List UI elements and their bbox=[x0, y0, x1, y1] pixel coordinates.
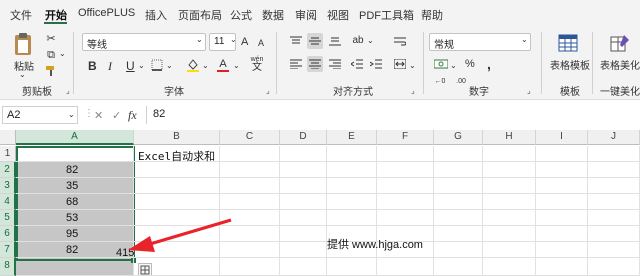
arrow-shaft bbox=[149, 218, 232, 246]
annotation-arrow bbox=[128, 218, 232, 252]
arrow-head bbox=[128, 236, 155, 252]
